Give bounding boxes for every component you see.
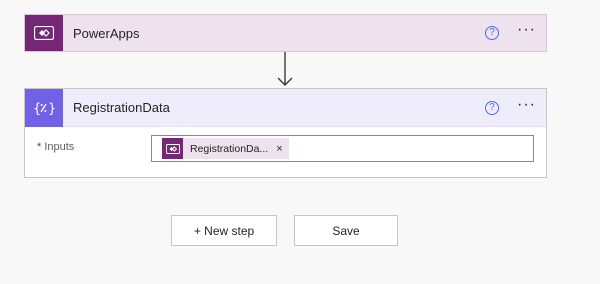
inputs-field-row: * Inputs RegistrationDa... ×: [25, 135, 546, 165]
powerapps-trigger-card[interactable]: PowerApps ? ···: [24, 14, 547, 52]
action-title: RegistrationData: [73, 100, 170, 115]
dynamic-content-token[interactable]: RegistrationDa... ×: [162, 138, 289, 159]
card-header[interactable]: PowerApps ? ···: [25, 15, 546, 51]
powerapps-icon: [162, 138, 183, 159]
help-icon[interactable]: ?: [485, 100, 500, 115]
card-header[interactable]: { } RegistrationData ? ···: [25, 88, 546, 127]
variable-icon: { }: [25, 88, 63, 127]
arrow-down-icon: [277, 52, 293, 86]
new-step-button[interactable]: + New step: [171, 215, 277, 246]
svg-text:}: }: [48, 101, 55, 116]
powerapps-icon: [25, 15, 63, 51]
remove-token-icon[interactable]: ×: [276, 143, 282, 155]
inputs-label-text: Inputs: [44, 141, 75, 153]
trigger-title: PowerApps: [73, 25, 140, 41]
flow-designer-canvas: PowerApps ? ··· { } RegistrationData ? ·…: [0, 0, 600, 284]
inputs-label: * Inputs: [37, 141, 74, 153]
required-marker: *: [37, 141, 42, 153]
registrationdata-action-card: { } RegistrationData ? ··· * Inputs: [24, 88, 547, 178]
help-icon[interactable]: ?: [485, 26, 500, 40]
inputs-field[interactable]: RegistrationDa... ×: [151, 135, 534, 162]
save-button[interactable]: Save: [294, 215, 398, 246]
more-options-icon[interactable]: ···: [517, 96, 536, 116]
token-label: RegistrationDa...: [190, 142, 269, 155]
svg-text:{: {: [33, 101, 41, 116]
more-options-icon[interactable]: ···: [517, 22, 536, 41]
